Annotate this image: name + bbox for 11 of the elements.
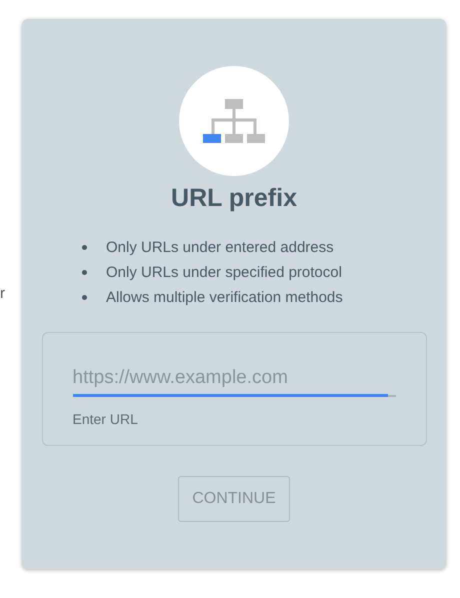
- url-input-field[interactable]: https://www.example.com: [72, 363, 396, 397]
- bullet-icon: [82, 295, 87, 300]
- feature-text: Only URLs under specified protocol: [106, 264, 342, 281]
- background-text: r: [0, 285, 5, 302]
- bullet-icon: [82, 245, 87, 250]
- helper-text: Enter URL: [72, 411, 139, 427]
- bullet-icon: [82, 270, 87, 275]
- feature-text: Allows multiple verification methods: [106, 289, 343, 306]
- feature-text: Only URLs under entered address: [106, 239, 334, 256]
- sitemap-icon: [203, 99, 265, 143]
- card-title: URL prefix: [171, 184, 297, 213]
